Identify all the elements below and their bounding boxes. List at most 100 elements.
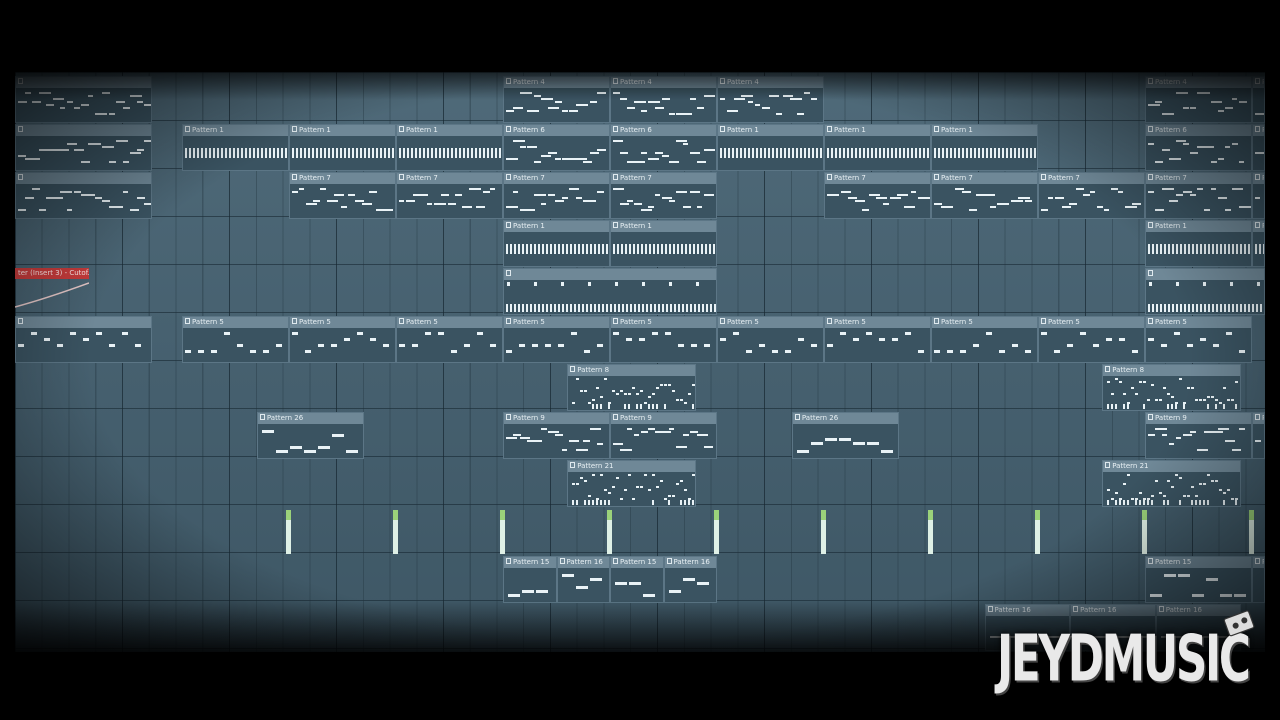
clip-header[interactable]: Pattern 1 <box>718 125 823 136</box>
clip-menu-icon[interactable] <box>506 558 511 564</box>
pattern-clip[interactable]: Pattern 7 <box>396 172 503 219</box>
clip-menu-icon[interactable] <box>1255 222 1260 228</box>
pattern-clip[interactable] <box>15 316 152 363</box>
clip-menu-icon[interactable] <box>1105 462 1111 468</box>
clip-header[interactable]: Pattern 7 <box>397 173 502 184</box>
clip-menu-icon[interactable] <box>1148 318 1153 324</box>
clip-header[interactable]: Pattern 7 <box>932 173 1037 184</box>
pattern-clip[interactable]: Pattern 1 <box>1145 220 1252 267</box>
clip-menu-icon[interactable] <box>506 174 511 180</box>
clip-header[interactable]: Pattern 4 <box>718 77 823 88</box>
clip-header[interactable]: Pattern 8 <box>568 365 695 376</box>
pattern-clip[interactable]: Pattern 15 <box>610 556 664 603</box>
clip-menu-icon[interactable] <box>1105 366 1111 372</box>
automation-clip-label[interactable]: ter (Insert 3) - Cutof... <box>15 268 89 279</box>
clip-menu-icon[interactable] <box>720 78 725 84</box>
pattern-clip[interactable]: Pattern 5 <box>182 316 289 363</box>
clip-header[interactable]: Pattern 6 <box>611 125 716 136</box>
clip-menu-icon[interactable] <box>613 414 618 420</box>
clip-menu-icon[interactable] <box>506 78 511 84</box>
pattern-clip[interactable]: Pattern 4 <box>1145 76 1252 123</box>
clip-header[interactable]: Pattern 6 <box>1253 125 1264 136</box>
pattern-clip[interactable]: Pattern 15 <box>503 556 557 603</box>
clip-header[interactable]: Pattern 4 <box>611 77 716 88</box>
pattern-clip[interactable]: Pattern 1 <box>289 124 396 171</box>
pattern-clip[interactable] <box>15 124 152 171</box>
clip-menu-icon[interactable] <box>987 606 993 612</box>
clip-header[interactable]: Pattern 9 <box>1253 413 1264 424</box>
clip-header[interactable]: Pattern 6 <box>1146 125 1251 136</box>
clip-menu-icon[interactable] <box>1148 270 1153 276</box>
clip-menu-icon[interactable] <box>1255 126 1260 132</box>
clip-menu-icon[interactable] <box>613 558 618 564</box>
clip-header[interactable]: Pattern 5 <box>1039 317 1144 328</box>
clip-menu-icon[interactable] <box>506 126 511 132</box>
clip-menu-icon[interactable] <box>666 558 672 564</box>
clip-menu-icon[interactable] <box>506 222 511 228</box>
clip-menu-icon[interactable] <box>292 174 297 180</box>
clip-menu-icon[interactable] <box>613 126 618 132</box>
clip-header[interactable]: Pattern 15 <box>1253 557 1264 568</box>
clip-menu-icon[interactable] <box>934 126 939 132</box>
clip-menu-icon[interactable] <box>613 174 618 180</box>
clip-header[interactable]: Pattern 8 <box>1103 365 1241 376</box>
pattern-clip[interactable]: Pattern 6 <box>503 124 610 171</box>
pattern-clip[interactable]: Pattern 4 <box>610 76 717 123</box>
pattern-clip[interactable]: Pattern 5 <box>717 316 824 363</box>
clip-menu-icon[interactable] <box>934 318 939 324</box>
pattern-clip[interactable]: Pattern 26 <box>791 412 899 459</box>
clip-menu-icon[interactable] <box>259 414 265 420</box>
pattern-clip[interactable]: Pattern 7 <box>503 172 610 219</box>
pattern-clip[interactable]: Pattern 7 <box>1038 172 1145 219</box>
clip-header[interactable]: Pattern 4 <box>1253 77 1264 88</box>
clip-menu-icon[interactable] <box>1148 222 1153 228</box>
pattern-clip[interactable]: Pattern 4 <box>717 76 824 123</box>
clip-menu-icon[interactable] <box>506 318 511 324</box>
clip-header[interactable]: Pattern 9 <box>1146 413 1251 424</box>
clip-header[interactable]: Pattern 5 <box>290 317 395 328</box>
pattern-clip[interactable] <box>503 268 717 315</box>
pattern-clip[interactable]: Pattern 9 <box>610 412 717 459</box>
clip-menu-icon[interactable] <box>1255 78 1260 84</box>
pattern-clip[interactable]: Pattern 16 <box>663 556 717 603</box>
pattern-clip[interactable]: Pattern 1 <box>610 220 717 267</box>
pattern-clip[interactable]: Pattern 1 <box>717 124 824 171</box>
clip-menu-icon[interactable] <box>570 462 576 468</box>
clip-header[interactable]: Pattern 16 <box>664 557 716 568</box>
clip-menu-icon[interactable] <box>506 414 511 420</box>
clip-header[interactable] <box>16 173 151 184</box>
pattern-clip[interactable]: Pattern 6 <box>610 124 717 171</box>
clip-menu-icon[interactable] <box>827 318 832 324</box>
clip-header[interactable]: Pattern 5 <box>718 317 823 328</box>
clip-header[interactable]: Pattern 5 <box>825 317 930 328</box>
clip-header[interactable] <box>16 125 151 136</box>
clip-menu-icon[interactable] <box>18 78 23 84</box>
clip-header[interactable]: Pattern 1 <box>290 125 395 136</box>
pattern-clip[interactable]: Pattern 16 <box>556 556 610 603</box>
clip-menu-icon[interactable] <box>613 318 618 324</box>
pattern-clip[interactable]: Pattern 7 <box>1145 172 1252 219</box>
pattern-clip[interactable]: Pattern 1 <box>182 124 289 171</box>
pattern-clip[interactable]: Pattern 7 <box>931 172 1038 219</box>
pattern-clip[interactable]: Pattern 5 <box>503 316 610 363</box>
pattern-clip[interactable]: Pattern 5 <box>824 316 931 363</box>
pattern-clip[interactable]: Pattern 5 <box>931 316 1038 363</box>
pattern-clip[interactable]: Pattern 4 <box>1252 76 1265 123</box>
pattern-clip[interactable]: Pattern 8 <box>1102 364 1242 411</box>
pattern-clip[interactable]: Pattern 21 <box>567 460 696 507</box>
clip-header[interactable]: Pattern 5 <box>183 317 288 328</box>
clip-header[interactable]: Pattern 5 <box>397 317 502 328</box>
clip-header[interactable]: Pattern 9 <box>611 413 716 424</box>
clip-header[interactable]: Pattern 7 <box>1253 173 1264 184</box>
clip-menu-icon[interactable] <box>292 126 297 132</box>
clip-menu-icon[interactable] <box>1148 414 1153 420</box>
clip-header[interactable]: Pattern 4 <box>504 77 609 88</box>
clip-menu-icon[interactable] <box>1041 318 1046 324</box>
pattern-clip[interactable] <box>15 76 152 123</box>
pattern-clip[interactable]: Pattern 1 <box>503 220 610 267</box>
pattern-clip[interactable]: Pattern 5 <box>396 316 503 363</box>
pattern-clip[interactable]: Pattern 15 <box>1145 556 1252 603</box>
clip-header[interactable]: Pattern 26 <box>792 413 898 424</box>
clip-header[interactable] <box>16 77 151 88</box>
clip-header[interactable]: Pattern 1 <box>504 221 609 232</box>
